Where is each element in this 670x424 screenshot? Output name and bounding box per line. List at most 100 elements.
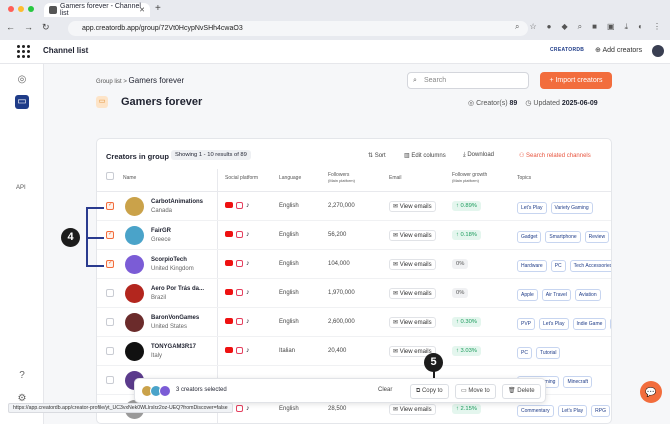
extension-icon[interactable]: ⌕ [578, 22, 582, 32]
youtube-icon[interactable] [225, 260, 233, 266]
search-input[interactable]: ⌕ Search [407, 72, 529, 89]
header-email[interactable]: Email [389, 175, 402, 181]
header-growth[interactable]: Follower growth (Main platform) [452, 172, 487, 184]
youtube-icon[interactable] [225, 289, 233, 295]
sort-button[interactable]: ⇅ Sort [368, 152, 386, 159]
help-icon[interactable]: ? [15, 369, 29, 383]
instagram-icon[interactable] [236, 289, 243, 296]
topic-tag[interactable]: PC [550, 260, 566, 272]
instagram-icon[interactable] [236, 231, 243, 238]
creator-name[interactable]: BaronVonGames [151, 315, 199, 321]
youtube-icon[interactable] [225, 202, 233, 208]
avatar[interactable] [125, 197, 144, 216]
row-checkbox[interactable] [106, 201, 114, 210]
creator-name[interactable]: CarbotAnimations [151, 199, 203, 205]
edit-columns-button[interactable]: ▥ Edit columns [404, 152, 446, 159]
table-row[interactable]: BaronVonGames United States ♪ English 2,600,… [97, 308, 611, 337]
table-row[interactable]: ScorpioTech United Kingdom ♪ English 104,000… [97, 250, 611, 279]
row-checkbox[interactable] [106, 230, 114, 239]
window-controls[interactable] [8, 6, 34, 12]
tiktok-icon[interactable]: ♪ [246, 202, 250, 209]
move-to-button[interactable]: ▭ Move to [455, 384, 496, 399]
extension-icon[interactable]: ■ [592, 22, 597, 32]
view-emails-button[interactable]: ✉ View emails [389, 288, 436, 299]
bookmark-icon[interactable]: ☆ [529, 22, 536, 32]
view-emails-button[interactable]: ✉ View emails [389, 259, 436, 270]
profile-icon[interactable]: ◐ [638, 22, 643, 32]
add-creators-button[interactable]: ⊕ Add creators [595, 46, 642, 54]
topic-tag[interactable]: Commentary [517, 405, 554, 417]
topic-tag[interactable]: Indie Game [572, 318, 607, 330]
row-checkbox[interactable] [106, 347, 114, 355]
table-row[interactable]: Aero Por Trás da... Brazil ♪ English 1,970,0… [97, 279, 611, 308]
row-checkbox[interactable] [106, 289, 114, 297]
topic-tag[interactable]: Aviation [574, 289, 601, 301]
close-tab-icon[interactable]: ✕ [139, 6, 145, 14]
reload-icon[interactable]: ↻ [42, 22, 50, 33]
topic-tag[interactable]: Hardware [517, 260, 547, 272]
topic-tag[interactable]: Let's Play [557, 405, 588, 417]
view-emails-button[interactable]: ✉ View emails [389, 201, 436, 212]
topic-tag[interactable]: Let's Play [539, 318, 569, 330]
instagram-icon[interactable] [236, 405, 243, 412]
tiktok-icon[interactable]: ♪ [246, 260, 250, 267]
creator-name[interactable]: TONYGAM3R17 [151, 344, 196, 350]
clear-button[interactable]: Clear [378, 387, 392, 393]
globe-icon[interactable]: ◎ [15, 73, 29, 87]
topic-tag[interactable]: RPG [610, 318, 611, 330]
topic-tag[interactable]: Review [584, 231, 610, 243]
topic-tag[interactable]: Minecraft [563, 376, 593, 388]
avatar[interactable] [125, 284, 144, 303]
topic-tag[interactable]: Apple [517, 289, 538, 301]
view-emails-button[interactable]: ✉ View emails [389, 404, 436, 415]
extension-icon[interactable]: ◆ [562, 22, 568, 32]
topic-tag[interactable]: Tutorial [535, 347, 561, 359]
header-language[interactable]: Language [279, 175, 301, 181]
download-icon[interactable]: ⤓ [625, 22, 629, 32]
row-checkbox[interactable] [106, 318, 114, 326]
puzzle-icon[interactable]: ▣ [607, 22, 615, 32]
youtube-icon[interactable] [225, 347, 233, 353]
topic-tag[interactable]: Air Travel [541, 289, 571, 301]
delete-button[interactable]: 🗑 Delete [502, 384, 541, 399]
tiktok-icon[interactable]: ♪ [246, 405, 250, 412]
view-emails-button[interactable]: ✉ View emails [389, 230, 436, 241]
table-row[interactable]: CarbotAnimations Canada ♪ English 2,270,000 ✉… [97, 192, 611, 221]
tiktok-icon[interactable]: ♪ [246, 318, 250, 325]
header-name[interactable]: Name [123, 175, 136, 181]
api-link[interactable]: API [16, 185, 26, 191]
tiktok-icon[interactable]: ♪ [246, 347, 250, 354]
instagram-icon[interactable] [236, 318, 243, 325]
forward-icon[interactable]: → [24, 22, 33, 33]
instagram-icon[interactable] [236, 202, 243, 209]
topic-tag[interactable]: Variety Gaming [550, 202, 593, 214]
back-icon[interactable]: ← [6, 22, 15, 33]
youtube-icon[interactable] [225, 231, 233, 237]
creator-name[interactable]: ScorpioTech [151, 257, 187, 263]
topic-tag[interactable]: Let's Play [517, 202, 547, 214]
breadcrumb-parent[interactable]: Group list [96, 79, 122, 85]
extension-icon[interactable]: ● [547, 22, 552, 32]
avatar[interactable] [125, 226, 144, 245]
address-bar[interactable]: app.creatordb.app/group/72Vt0HcypNvSHh4c… [68, 21, 528, 36]
header-followers[interactable]: Followers (Main platform) [328, 172, 355, 184]
avatar[interactable] [125, 255, 144, 274]
new-tab-button[interactable]: + [155, 3, 161, 14]
creatordb-logo[interactable]: CREATORDB [550, 47, 584, 53]
topic-tag[interactable]: RPG [591, 405, 610, 417]
topic-tag[interactable]: Gadget [517, 231, 542, 243]
instagram-icon[interactable] [236, 260, 243, 267]
avatar[interactable] [652, 45, 664, 57]
menu-icon[interactable]: ⋮ [653, 22, 661, 32]
select-all-checkbox[interactable] [106, 172, 114, 180]
header-platform[interactable]: Social platform [225, 175, 258, 181]
topic-tag[interactable]: Smartphone [545, 231, 581, 243]
header-topics[interactable]: Topics [517, 175, 531, 181]
browser-tab[interactable]: Gamers forever - Channel list ✕ [44, 3, 150, 17]
topic-tag[interactable]: PC [517, 347, 532, 359]
search-related-button[interactable]: ⚇ Search related channels [519, 152, 591, 159]
row-checkbox[interactable] [106, 376, 114, 384]
import-creators-button[interactable]: + Import creators [540, 72, 612, 89]
copy-to-button[interactable]: ⧉ Copy to [410, 384, 449, 399]
folder-icon[interactable]: ▭ [15, 95, 29, 109]
